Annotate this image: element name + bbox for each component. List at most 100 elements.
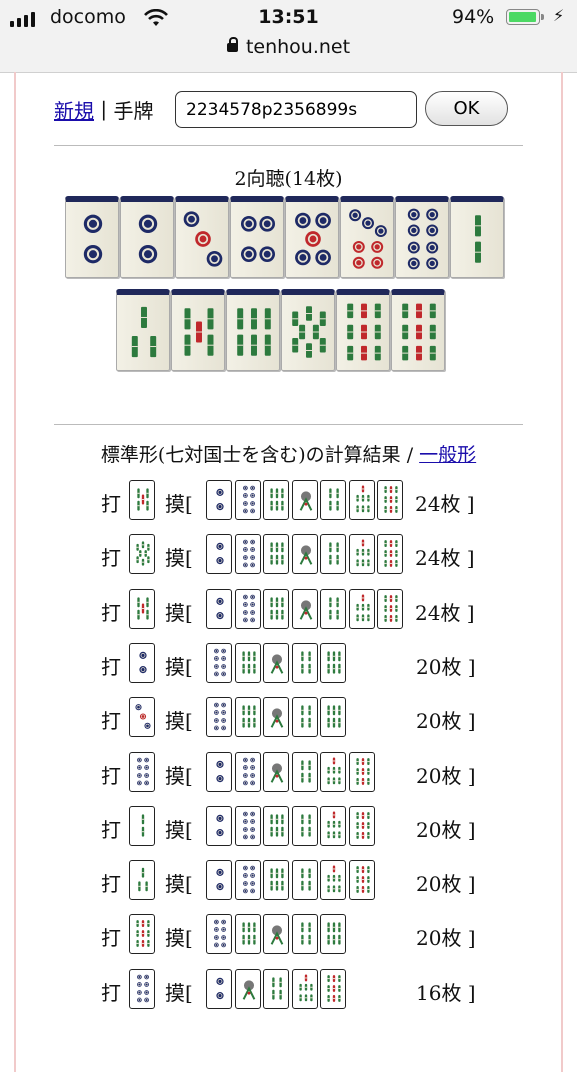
suggestion-row: 打 摸[16枚 ] (0, 968, 577, 1009)
draw-tile[interactable] (234, 805, 261, 846)
calc-title-text: 標準形(七対国士を含む)の計算結果 / (100, 444, 420, 466)
hand-tile[interactable] (340, 196, 394, 278)
draw-tile[interactable] (263, 480, 289, 520)
draw-tile[interactable] (263, 642, 289, 683)
discard-tile[interactable] (129, 751, 155, 792)
draw-tile[interactable] (263, 860, 289, 901)
draw-tile[interactable] (377, 534, 403, 575)
suggestion-row: 打 摸[20枚 ] (0, 642, 577, 683)
hand-tile[interactable] (171, 289, 225, 371)
hand-tile[interactable] (281, 289, 335, 371)
draw-tile[interactable] (291, 697, 318, 738)
draw-tile[interactable] (377, 480, 403, 520)
draw-tile[interactable] (348, 860, 375, 901)
draw-tile[interactable] (263, 914, 289, 955)
discard-tile[interactable] (129, 914, 155, 955)
draw-label: 摸[ (165, 926, 193, 951)
draw-tile[interactable] (348, 751, 375, 792)
draw-tile[interactable] (206, 805, 232, 846)
discard-tile[interactable] (129, 805, 155, 846)
draw-tile[interactable] (320, 914, 346, 955)
draw-tile[interactable] (320, 751, 346, 792)
draw-tile[interactable] (263, 588, 289, 629)
divider (54, 145, 523, 146)
draw-tile[interactable] (320, 534, 346, 575)
draw-tile[interactable] (320, 968, 346, 1009)
hand-tile[interactable] (226, 289, 280, 371)
draw-tile[interactable] (234, 968, 261, 1009)
draw-tile[interactable] (291, 751, 318, 792)
draw-tile[interactable] (291, 480, 318, 520)
draw-tile[interactable] (206, 751, 232, 792)
hand-input[interactable] (175, 91, 417, 128)
draw-tile[interactable] (263, 805, 289, 846)
draw-tile[interactable] (348, 588, 375, 629)
draw-tile[interactable] (320, 480, 346, 520)
draw-tile[interactable] (291, 860, 318, 901)
draw-tile[interactable] (348, 805, 375, 846)
draw-tile[interactable] (234, 914, 261, 955)
draw-tile[interactable] (206, 480, 232, 520)
draw-tile[interactable] (320, 860, 346, 901)
tile-count: 20枚 ] (416, 654, 476, 679)
draw-tile[interactable] (234, 534, 261, 575)
draw-tile[interactable] (348, 534, 375, 575)
draw-tile[interactable] (234, 697, 261, 738)
draw-tile[interactable] (291, 805, 318, 846)
draw-tile[interactable] (206, 860, 232, 901)
hand-tile[interactable] (336, 289, 390, 371)
suggestion-row: 打 摸[24枚 ] (0, 480, 577, 520)
draw-tile[interactable] (206, 968, 232, 1009)
draw-tile[interactable] (320, 805, 346, 846)
discard-tile[interactable] (129, 534, 155, 575)
discard-tile[interactable] (129, 642, 155, 683)
hand-tile[interactable] (230, 196, 284, 278)
draw-tile[interactable] (263, 751, 289, 792)
hand-tile[interactable] (175, 196, 229, 278)
hand-tile[interactable] (391, 289, 445, 371)
draw-tile[interactable] (320, 642, 346, 683)
draw-tile[interactable] (206, 914, 232, 955)
suggestion-row: 打 摸[20枚 ] (0, 697, 577, 738)
draw-tile[interactable] (234, 588, 261, 629)
draw-tile[interactable] (291, 914, 318, 955)
ok-button[interactable]: OK (425, 91, 508, 126)
draw-tile[interactable] (263, 534, 289, 575)
draw-tile[interactable] (291, 588, 318, 629)
new-link[interactable]: 新規 (54, 95, 94, 124)
discard-tile[interactable] (129, 860, 155, 901)
hand-tile[interactable] (285, 196, 339, 278)
draw-tile[interactable] (206, 534, 232, 575)
discard-tile[interactable] (129, 480, 155, 520)
discard-tile[interactable] (129, 588, 155, 629)
draw-tile[interactable] (206, 588, 232, 629)
discard-tile[interactable] (129, 968, 155, 1009)
discard-label: 打 (101, 763, 121, 788)
hand-tile[interactable] (450, 196, 504, 278)
draw-tile[interactable] (291, 534, 318, 575)
draw-tile[interactable] (206, 642, 232, 683)
general-form-link[interactable]: 一般形 (419, 444, 476, 466)
draw-tile[interactable] (263, 968, 289, 1009)
draw-tile[interactable] (206, 697, 232, 738)
draw-tile[interactable] (291, 968, 318, 1009)
draw-tile[interactable] (263, 697, 289, 738)
draw-tile[interactable] (234, 751, 261, 792)
draw-tile[interactable] (320, 697, 346, 738)
draw-tile[interactable] (348, 480, 375, 520)
charging-icon: ⚡ (553, 6, 565, 25)
discard-tile[interactable] (129, 697, 155, 738)
discard-label: 打 (101, 980, 121, 1005)
url-bar[interactable]: tenhou.net (0, 36, 577, 58)
draw-tile[interactable] (234, 480, 261, 520)
draw-tile[interactable] (291, 642, 318, 683)
draw-tile[interactable] (234, 860, 261, 901)
draw-tile[interactable] (377, 588, 403, 629)
draw-tile[interactable] (320, 588, 346, 629)
hand-tile[interactable] (116, 289, 170, 371)
hand-tile[interactable] (120, 196, 174, 278)
draw-label: 摸[ (165, 872, 193, 897)
draw-tile[interactable] (234, 642, 261, 683)
hand-tile[interactable] (395, 196, 449, 278)
hand-tile[interactable] (65, 196, 119, 278)
